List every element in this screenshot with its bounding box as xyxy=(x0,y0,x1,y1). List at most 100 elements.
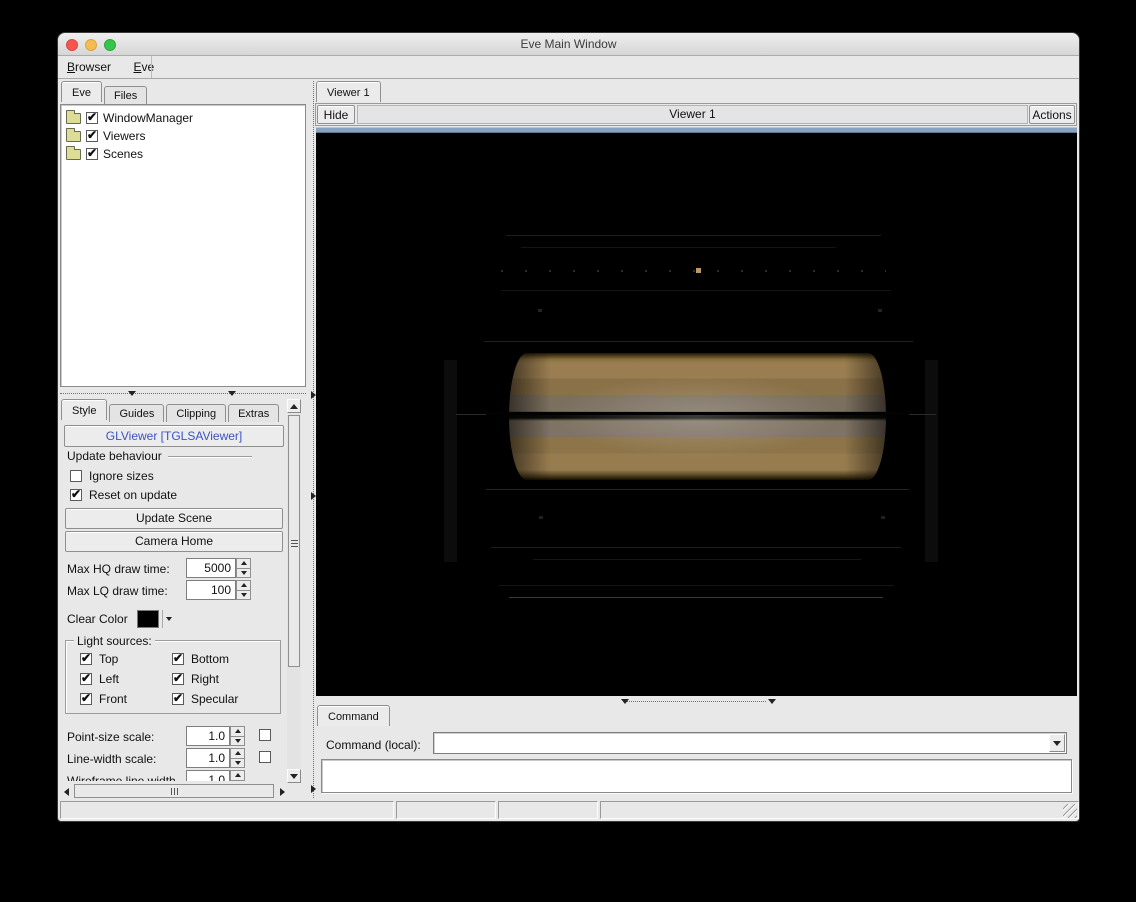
spin-field[interactable]: 1.0 xyxy=(186,726,230,746)
scene-dot xyxy=(538,309,542,312)
actions-button[interactable]: Actions xyxy=(1029,105,1075,124)
scroll-right-button[interactable] xyxy=(276,784,289,799)
clear-color-row: Clear Color xyxy=(67,610,176,628)
scrollbar-thumb[interactable] xyxy=(74,784,274,798)
clear-color-swatch[interactable] xyxy=(136,610,159,628)
spin-up-button[interactable] xyxy=(236,558,251,569)
chevron-down-icon[interactable] xyxy=(768,699,776,704)
command-splitter[interactable] xyxy=(316,697,1077,706)
checkbox[interactable] xyxy=(86,146,98,160)
minimize-window-button[interactable] xyxy=(85,39,97,51)
tab-files[interactable]: Files xyxy=(103,86,148,104)
arrow-down-icon xyxy=(240,570,247,575)
light-label: Left xyxy=(99,672,120,686)
checkbox[interactable] xyxy=(172,671,184,685)
command-row: Command (local): xyxy=(316,728,1077,760)
option-reset-on-update[interactable]: Reset on update xyxy=(70,485,177,504)
light-left[interactable]: Left xyxy=(80,669,172,689)
checkbox[interactable] xyxy=(86,110,98,124)
zoom-window-button[interactable] xyxy=(104,39,116,51)
scroll-left-button[interactable] xyxy=(60,784,73,799)
chevron-right-icon[interactable] xyxy=(311,785,316,793)
menu-eve[interactable]: Eve xyxy=(124,56,163,74)
tree-item-windowmanager[interactable]: WindowManager xyxy=(61,109,305,127)
thumb-grip xyxy=(171,788,178,795)
command-label: Command (local): xyxy=(326,738,421,752)
scene-dot xyxy=(539,516,543,519)
spin-field[interactable]: 1.0 xyxy=(186,748,230,768)
spin-down-button[interactable] xyxy=(230,780,245,781)
style-panel-hscrollbar[interactable] xyxy=(60,784,290,799)
spinner xyxy=(230,748,245,768)
spin-up-button[interactable] xyxy=(230,748,245,759)
option-label: Reset on update xyxy=(89,487,178,502)
light-specular[interactable]: Specular xyxy=(172,689,272,709)
title-bar[interactable]: Eve Main Window xyxy=(58,33,1079,56)
arrow-down-icon xyxy=(234,738,241,743)
tab-extras[interactable]: Extras xyxy=(228,404,280,422)
tree-splitter[interactable] xyxy=(60,389,306,398)
command-combobox[interactable] xyxy=(433,732,1067,754)
tab-guides[interactable]: Guides xyxy=(109,404,165,422)
spin-down-button[interactable] xyxy=(236,568,251,578)
tab-viewer-1[interactable]: Viewer 1 xyxy=(316,81,381,102)
spin-up-button[interactable] xyxy=(230,726,245,737)
scale-row: Line-width scale: 1.0 xyxy=(67,748,281,770)
viewer-title[interactable]: Viewer 1 xyxy=(357,105,1028,124)
checkbox[interactable] xyxy=(80,671,92,685)
checkbox[interactable] xyxy=(80,651,92,665)
light-front[interactable]: Front xyxy=(80,689,172,709)
close-window-button[interactable] xyxy=(66,39,78,51)
update-scene-button[interactable]: Update Scene xyxy=(65,508,283,529)
clear-color-dropdown[interactable] xyxy=(161,610,176,628)
spin-up-button[interactable] xyxy=(236,580,251,591)
status-section xyxy=(60,801,394,819)
tab-clipping[interactable]: Clipping xyxy=(166,404,227,422)
spin-field[interactable]: 5000 xyxy=(186,558,236,578)
spin-down-button[interactable] xyxy=(230,758,245,768)
checkbox[interactable] xyxy=(70,469,82,482)
scrollbar-thumb[interactable] xyxy=(288,415,300,667)
resize-grip[interactable] xyxy=(1063,804,1077,818)
checkbox[interactable] xyxy=(86,128,98,142)
glviewer-button[interactable]: GLViewer [TGLSAViewer] xyxy=(64,425,284,447)
update-behaviour-group: Update behaviour xyxy=(67,449,252,463)
thumb-grip xyxy=(291,540,298,547)
spin-field[interactable]: 1.0 xyxy=(186,770,230,781)
splitter-dots xyxy=(60,393,306,394)
command-dropdown-button[interactable] xyxy=(1049,734,1065,752)
spinner xyxy=(236,580,251,600)
checkbox[interactable] xyxy=(259,751,271,763)
checkbox[interactable] xyxy=(70,487,82,501)
chevron-down-icon[interactable] xyxy=(128,391,136,396)
checkbox[interactable] xyxy=(259,729,271,741)
scroll-up-button[interactable] xyxy=(287,399,301,413)
tree-item-scenes[interactable]: Scenes xyxy=(61,145,305,163)
tab-style[interactable]: Style xyxy=(61,399,108,420)
chevron-down-icon[interactable] xyxy=(621,699,629,704)
gl-viewport[interactable] xyxy=(316,133,1077,696)
spin-field[interactable]: 100 xyxy=(186,580,236,600)
chevron-down-icon[interactable] xyxy=(228,391,236,396)
spin-up-button[interactable] xyxy=(230,770,245,781)
tab-eve[interactable]: Eve xyxy=(61,81,102,102)
light-top[interactable]: Top xyxy=(80,649,172,669)
option-ignore-sizes[interactable]: Ignore sizes xyxy=(70,466,177,485)
scene-endcap xyxy=(925,360,938,562)
spin-down-button[interactable] xyxy=(236,590,251,600)
style-panel-scrollbar[interactable] xyxy=(287,399,301,783)
command-input[interactable] xyxy=(436,735,1036,751)
tree-item-viewers[interactable]: Viewers xyxy=(61,127,305,145)
light-right[interactable]: Right xyxy=(172,669,272,689)
tab-command[interactable]: Command xyxy=(317,705,390,726)
scroll-down-button[interactable] xyxy=(287,769,301,783)
checkbox[interactable] xyxy=(80,691,92,705)
spin-down-button[interactable] xyxy=(230,736,245,746)
checkbox[interactable] xyxy=(172,651,184,665)
menu-browser[interactable]: Browser xyxy=(58,56,120,74)
camera-home-button[interactable]: Camera Home xyxy=(65,531,283,552)
hide-button[interactable]: Hide xyxy=(317,105,355,124)
arrow-up-icon xyxy=(290,403,298,409)
light-bottom[interactable]: Bottom xyxy=(172,649,272,669)
checkbox[interactable] xyxy=(172,691,184,705)
